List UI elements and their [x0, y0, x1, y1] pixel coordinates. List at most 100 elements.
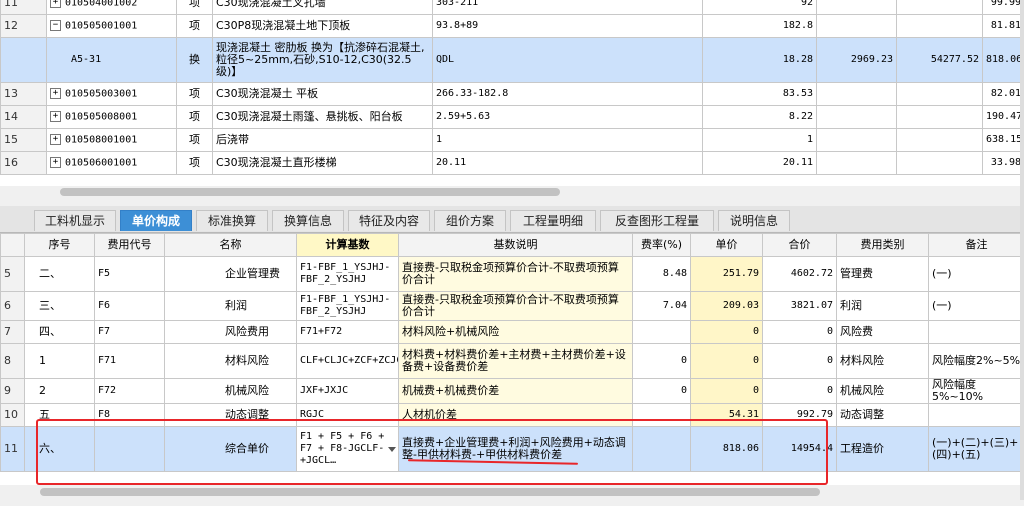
quota-row[interactable]: 11 +010504001002 项 C30现浇混凝土叉孔墙 303-211 92 99.9…: [0, 0, 1024, 15]
quantity-expression[interactable]: 93.8+89: [432, 14, 703, 38]
fee-name[interactable]: 综合单价: [164, 426, 297, 472]
quantity-expression[interactable]: 20.11: [432, 151, 703, 175]
fee-category[interactable]: 机械风险: [836, 378, 929, 404]
item-name[interactable]: C30P8现浇混凝土地下顶板: [212, 14, 433, 38]
header-unit-price[interactable]: 单价: [690, 233, 763, 257]
header-fee-category[interactable]: 费用类别: [836, 233, 929, 257]
vertical-scrollbar[interactable]: [1020, 0, 1024, 500]
tab-3[interactable]: 标准换算: [196, 210, 268, 231]
calc-base-cell[interactable]: F1-FBF_1_YSJHJ-FBF_2_YSJHJ: [296, 291, 399, 321]
fee-row[interactable]: 5 二、 F5 企业管理费 F1-FBF_1_YSJHJ-FBF_2_YSJHJ 直接费-…: [0, 256, 1024, 292]
header-seq[interactable]: 序号: [24, 233, 95, 257]
header-rate[interactable]: 费率(%): [632, 233, 691, 257]
quantity[interactable]: 20.11: [702, 151, 817, 175]
quantity[interactable]: 18.28: [702, 37, 817, 83]
calc-base-cell[interactable]: F71+F72: [296, 320, 399, 344]
expand-toggle-icon[interactable]: +: [50, 133, 61, 145]
quantity[interactable]: 1: [702, 128, 817, 152]
tab-8[interactable]: 反查图形工程量: [600, 210, 714, 231]
fee-rate[interactable]: [632, 320, 691, 344]
fee-row[interactable]: 9 2 F72 机械风险 JXF+JXJC 机械费+机械费价差 0 0 0 机械风险 风险幅度5%~…: [0, 378, 1024, 404]
item-code-cell[interactable]: +010504001002: [46, 0, 177, 15]
fee-note[interactable]: (一): [928, 291, 1024, 321]
item-code-cell[interactable]: +010505003001: [46, 82, 177, 106]
quantity[interactable]: 182.8: [702, 14, 817, 38]
quantity[interactable]: 8.22: [702, 105, 817, 129]
fee-seq[interactable]: 三、: [24, 291, 95, 321]
item-code-cell[interactable]: −010505001001: [46, 14, 177, 38]
quota-row[interactable]: 16 +010506001001 项 C30现浇混凝土直形楼梯 20.11 20.11 33…: [0, 151, 1024, 175]
header-calc-base[interactable]: 计算基数: [296, 233, 399, 257]
fee-note[interactable]: (一)+(二)+(三)+(四)+(五): [928, 426, 1024, 472]
fee-seq[interactable]: 二、: [24, 256, 95, 292]
fee-code[interactable]: F5: [94, 256, 165, 292]
fee-row[interactable]: 6 三、 F6 利润 F1-FBF_1_YSJHJ-FBF_2_YSJHJ 直接费-只取税…: [0, 291, 1024, 321]
fee-name[interactable]: 动态调整: [164, 403, 297, 427]
calc-base-cell[interactable]: RGJC: [296, 403, 399, 427]
header-name[interactable]: 名称: [164, 233, 297, 257]
fee-rate[interactable]: 8.48: [632, 256, 691, 292]
expand-toggle-icon[interactable]: +: [50, 110, 61, 122]
item-name[interactable]: 后浇带: [212, 128, 433, 152]
calc-base-cell[interactable]: JXF+JXJC: [296, 378, 399, 404]
quantity[interactable]: 83.53: [702, 82, 817, 106]
fee-seq[interactable]: 五: [24, 403, 95, 427]
expand-toggle-icon[interactable]: +: [50, 156, 61, 168]
calc-base-cell[interactable]: F1-FBF_1_YSJHJ-FBF_2_YSJHJ: [296, 256, 399, 292]
scrollbar-thumb[interactable]: [40, 488, 820, 496]
tab-5[interactable]: 特征及内容: [348, 210, 430, 231]
fee-name[interactable]: 利润: [164, 291, 297, 321]
fee-note[interactable]: (一): [928, 256, 1024, 292]
fee-row[interactable]: 7 四、 F7 风险费用 F71+F72 材料风险+机械风险 0 0 风险费: [0, 320, 1024, 344]
fee-category[interactable]: 管理费: [836, 256, 929, 292]
fee-rate[interactable]: [632, 403, 691, 427]
fee-seq[interactable]: 1: [24, 343, 95, 379]
item-name[interactable]: C30现浇混凝土雨篷、悬挑板、阳台板: [212, 105, 433, 129]
calc-base-cell[interactable]: F1 + F5 + F6 + F7 + F8-JGCLF-+JGCL…: [296, 426, 399, 472]
quota-row[interactable]: A5-31 换现浇混凝土 密肋板 换为【抗渗碎石混凝土,粒径5~25mm,石砂,S…: [0, 37, 1024, 83]
fee-category[interactable]: 材料风险: [836, 343, 929, 379]
tab-9[interactable]: 说明信息: [718, 210, 790, 231]
fee-rate[interactable]: 0: [632, 343, 691, 379]
quota-row[interactable]: 13 +010505003001 项 C30现浇混凝土 平板 266.33-182.8 8…: [0, 82, 1024, 106]
fee-note[interactable]: 风险幅度2%~5%: [928, 343, 1024, 379]
fee-category[interactable]: 利润: [836, 291, 929, 321]
quantity-expression[interactable]: 2.59+5.63: [432, 105, 703, 129]
tab-6[interactable]: 组价方案: [434, 210, 506, 231]
item-name[interactable]: 现浇混凝土 密肋板 换为【抗渗碎石混凝土,粒径5~25mm,石砂,S10-12,…: [212, 37, 433, 83]
scrollbar-thumb[interactable]: [60, 188, 560, 196]
header-fee-code[interactable]: 费用代号: [94, 233, 165, 257]
fee-code[interactable]: F71: [94, 343, 165, 379]
fee-code[interactable]: F72: [94, 378, 165, 404]
quantity[interactable]: 92: [702, 0, 817, 15]
tab-2[interactable]: 单价构成: [120, 210, 192, 231]
item-name[interactable]: C30现浇混凝土直形楼梯: [212, 151, 433, 175]
fee-seq[interactable]: 2: [24, 378, 95, 404]
item-code-cell[interactable]: +010505008001: [46, 105, 177, 129]
fee-code[interactable]: F7: [94, 320, 165, 344]
fee-category[interactable]: 工程造价: [836, 426, 929, 472]
fee-note[interactable]: 风险幅度5%~10%: [928, 378, 1024, 404]
expand-toggle-icon[interactable]: −: [50, 19, 61, 31]
quantity-expression[interactable]: 1: [432, 128, 703, 152]
tab-4[interactable]: 换算信息: [272, 210, 344, 231]
fee-code[interactable]: F6: [94, 291, 165, 321]
quantity-expression[interactable]: 303-211: [432, 0, 703, 15]
fee-name[interactable]: 机械风险: [164, 378, 297, 404]
header-note[interactable]: 备注: [928, 233, 1024, 257]
fee-note[interactable]: [928, 403, 1024, 427]
fee-rate[interactable]: [632, 426, 691, 472]
fee-rate[interactable]: 0: [632, 378, 691, 404]
fee-category[interactable]: 动态调整: [836, 403, 929, 427]
fee-row[interactable]: 11 六、 综合单价 F1 + F5 + F6 + F7 + F8-JGCLF-+JG…: [0, 426, 1024, 472]
tab-7[interactable]: 工程量明细: [510, 210, 596, 231]
fee-code[interactable]: [94, 426, 165, 472]
item-code-cell[interactable]: +010508001001: [46, 128, 177, 152]
fee-code[interactable]: F8: [94, 403, 165, 427]
item-name[interactable]: C30现浇混凝土 平板: [212, 82, 433, 106]
fee-seq[interactable]: 四、: [24, 320, 95, 344]
header-base-desc[interactable]: 基数说明: [398, 233, 633, 257]
fee-seq[interactable]: 六、: [24, 426, 95, 472]
bottom-horizontal-scrollbar[interactable]: [0, 486, 1024, 498]
item-name[interactable]: C30现浇混凝土叉孔墙: [212, 0, 433, 15]
